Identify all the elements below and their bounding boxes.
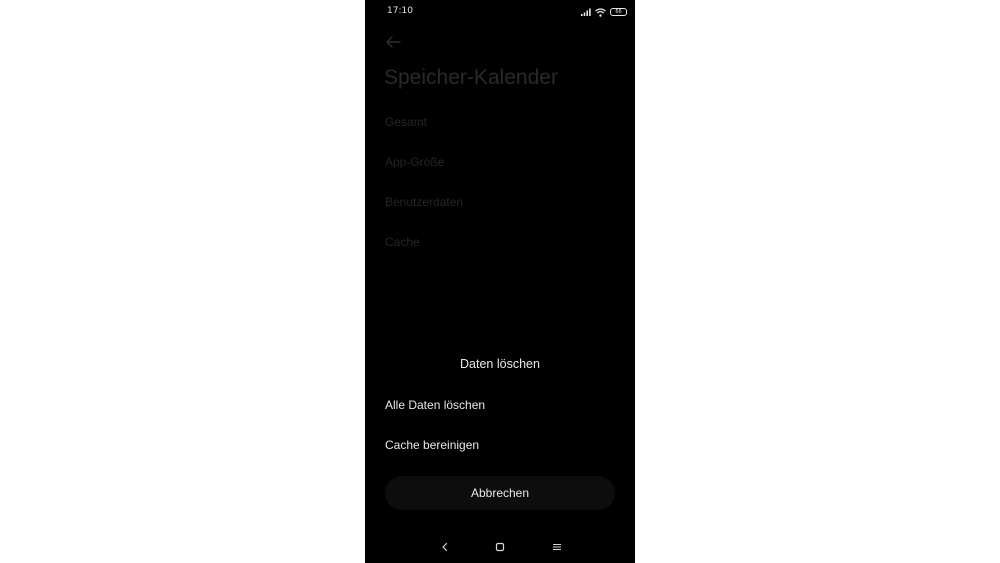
cancel-button[interactable]: Abbrechen [385,476,615,510]
clear-all-data-option[interactable]: Alle Daten löschen [385,398,485,412]
navigation-bar [365,536,635,558]
storage-row-app-size: App-Größe [385,155,445,169]
phone-screen: 17:10 66 Speicher-Kalender Gesamt App-Gr… [365,0,635,563]
clear-cache-option[interactable]: Cache bereinigen [385,438,479,452]
storage-info-list: Gesamt App-Größe Benutzerdaten Cache [385,114,615,274]
storage-row-cache: Cache [385,235,420,249]
back-arrow-icon[interactable] [384,33,402,51]
signal-icon [581,8,591,16]
storage-row-total: Gesamt [385,115,428,129]
page-title: Speicher-Kalender [384,66,558,89]
dialog-title: Daten löschen [460,357,540,371]
status-time: 17:10 [387,6,413,16]
battery-icon: 66 [610,8,627,16]
nav-menu-icon[interactable] [548,538,566,556]
nav-back-icon[interactable] [436,538,454,556]
clear-data-dialog: Daten löschen Alle Daten löschen Cache b… [365,340,635,530]
wifi-icon [595,7,606,17]
status-icons: 66 [581,6,627,18]
storage-row-user-data: Benutzerdaten [385,195,464,209]
nav-home-icon[interactable] [491,538,509,556]
status-bar: 17:10 66 [365,0,635,24]
